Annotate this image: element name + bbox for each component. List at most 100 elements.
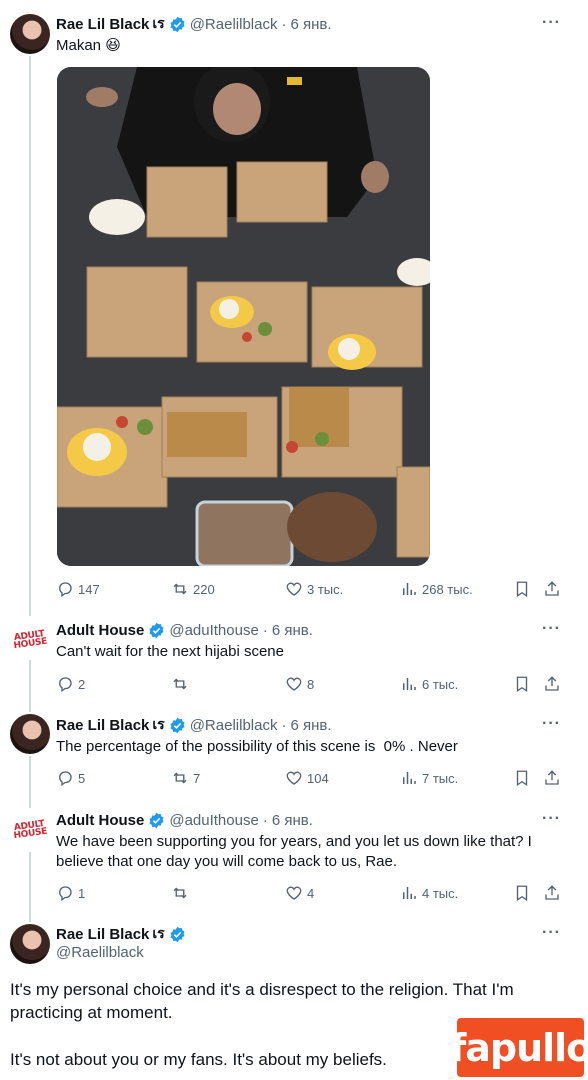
- separator-dot: ·: [281, 716, 287, 734]
- more-options-icon[interactable]: ···: [542, 14, 561, 32]
- name-glyph: เร: [152, 925, 165, 941]
- like-button[interactable]: 104: [285, 767, 329, 789]
- share-icon: [545, 770, 559, 785]
- reply-button[interactable]: 2: [56, 673, 85, 695]
- verified-badge-icon: [170, 926, 185, 942]
- bookmark-icon: [516, 770, 528, 787]
- reply-icon: [59, 886, 72, 902]
- like-count: 104: [307, 770, 329, 786]
- verified-badge-icon: [149, 622, 164, 638]
- tweet-actions: 1 4 4 тыс.: [56, 882, 566, 904]
- display-name[interactable]: Adult House: [56, 622, 144, 639]
- like-button[interactable]: 4: [285, 882, 314, 904]
- retweet-count: 7: [193, 770, 201, 786]
- heart-icon: [286, 677, 302, 691]
- views-icon: [403, 678, 416, 690]
- verified-badge-icon: [149, 812, 164, 828]
- bookmark-button[interactable]: [513, 673, 531, 695]
- retweet-button[interactable]: [171, 673, 189, 695]
- retweet-icon: [173, 887, 187, 899]
- thread-line: [29, 756, 31, 808]
- share-icon: [545, 885, 559, 900]
- tweet-media-image[interactable]: [57, 67, 430, 566]
- like-button[interactable]: 8: [285, 673, 314, 695]
- tweet-actions: 5 7 104 7 тыс.: [56, 767, 566, 789]
- views-icon: [403, 583, 416, 595]
- like-button[interactable]: 3 тыс.: [285, 578, 343, 600]
- tweet-text: Makan 😆: [56, 37, 121, 54]
- share-button[interactable]: [543, 882, 561, 904]
- view-count: 7 тыс.: [422, 770, 459, 786]
- avatar[interactable]: ADULT HOUSE: [10, 620, 50, 660]
- watermark-logo: fapullo: [450, 1015, 588, 1080]
- handle[interactable]: @aduIthouse: [169, 622, 258, 639]
- avatar[interactable]: [10, 714, 50, 754]
- verified-badge-icon: [170, 16, 185, 32]
- share-button[interactable]: [543, 767, 561, 789]
- more-options-icon[interactable]: ···: [542, 810, 561, 828]
- bookmark-button[interactable]: [513, 767, 531, 789]
- tweet-header: Adult House @aduIthouse · 6 янв.: [56, 620, 313, 640]
- timestamp[interactable]: 6 янв.: [272, 622, 313, 639]
- share-button[interactable]: [543, 673, 561, 695]
- timestamp[interactable]: 6 янв.: [290, 16, 331, 33]
- display-name[interactable]: Rae Lil Black: [56, 16, 149, 33]
- food-photo-illustration: [57, 67, 430, 566]
- thread-line: [29, 852, 31, 922]
- share-icon: [545, 581, 559, 596]
- reply-button[interactable]: 5: [56, 767, 85, 789]
- share-button[interactable]: [543, 578, 561, 600]
- avatar[interactable]: [10, 14, 50, 54]
- retweet-button[interactable]: 7: [171, 767, 200, 789]
- tweet-text: Can't wait for the next hijabi scene: [56, 643, 284, 660]
- handle[interactable]: @Raelilblack: [56, 944, 144, 961]
- reply-count: 1: [78, 885, 86, 901]
- name-glyph: เร: [152, 716, 165, 732]
- views-button[interactable]: 6 тыс.: [400, 673, 458, 695]
- views-button[interactable]: 7 тыс.: [400, 767, 458, 789]
- reply-button[interactable]: 1: [56, 882, 85, 904]
- share-icon: [545, 676, 559, 691]
- separator-dot: ·: [281, 15, 287, 33]
- reply-count: 5: [78, 770, 86, 786]
- retweet-count: 220: [193, 581, 215, 597]
- more-options-icon[interactable]: ···: [542, 715, 561, 733]
- avatar[interactable]: ADULT HOUSE: [10, 810, 50, 850]
- handle[interactable]: @Raelilblack: [190, 16, 278, 33]
- views-button[interactable]: 4 тыс.: [400, 882, 458, 904]
- more-options-icon[interactable]: ···: [542, 924, 561, 942]
- retweet-button[interactable]: 220: [171, 578, 215, 600]
- display-name[interactable]: Rae Lil Black: [56, 717, 149, 734]
- bookmark-icon: [516, 581, 528, 598]
- heart-icon: [286, 582, 302, 596]
- views-icon: [403, 772, 416, 784]
- display-name[interactable]: Adult House: [56, 812, 144, 829]
- separator-dot: ·: [262, 811, 268, 829]
- more-options-icon[interactable]: ···: [542, 620, 561, 638]
- handle[interactable]: @aduIthouse: [169, 812, 258, 829]
- retweet-button[interactable]: [171, 882, 189, 904]
- like-count: 3 тыс.: [307, 581, 344, 597]
- heart-icon: [286, 886, 302, 900]
- tweet-header: Rae Lil Black เร @Raelilblack · 6 янв.: [56, 715, 332, 735]
- reply-icon: [59, 771, 72, 787]
- reply-count: 2: [78, 676, 86, 692]
- tweet-text: We have been supporting you for years, a…: [56, 833, 532, 870]
- verified-badge-icon: [170, 717, 185, 733]
- handle[interactable]: @Raelilblack: [190, 717, 278, 734]
- bookmark-icon: [516, 885, 528, 902]
- adult-house-logo: ADULT HOUSE: [13, 628, 48, 652]
- reply-count: 147: [78, 581, 100, 597]
- views-button[interactable]: 268 тыс.: [400, 578, 473, 600]
- bookmark-button[interactable]: [513, 578, 531, 600]
- name-glyph: เร: [152, 15, 165, 31]
- tweet-header: Adult House @aduIthouse · 6 янв.: [56, 810, 313, 830]
- reply-button[interactable]: 147: [56, 578, 100, 600]
- timestamp[interactable]: 6 янв.: [290, 717, 331, 734]
- avatar[interactable]: [10, 924, 50, 964]
- bookmark-icon: [516, 676, 528, 693]
- bookmark-button[interactable]: [513, 882, 531, 904]
- timestamp[interactable]: 6 янв.: [272, 812, 313, 829]
- retweet-icon: [173, 772, 187, 784]
- display-name[interactable]: Rae Lil Black: [56, 926, 149, 943]
